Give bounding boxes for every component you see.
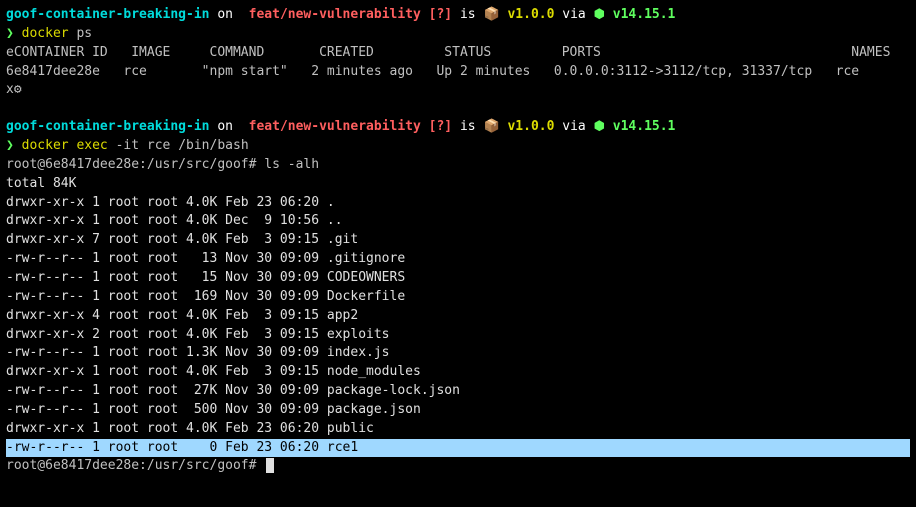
ls-command: ls -alh xyxy=(264,157,319,172)
ls-row: -rw-r--r-- 1 root root 1.3K Nov 30 09:09… xyxy=(6,344,910,363)
is-text: is xyxy=(452,119,483,134)
ls-row: drwxr-xr-x 1 root root 4.0K Feb 3 09:15 … xyxy=(6,363,910,382)
container-prompt-1: root@6e8417dee28e:/usr/src/goof# ls -alh xyxy=(6,156,910,175)
node-icon: ⬢ xyxy=(594,7,613,22)
on-text: on xyxy=(210,119,241,134)
docker-args: ps xyxy=(69,26,92,41)
ls-row: -rw-r--r-- 1 root root 15 Nov 30 09:09 C… xyxy=(6,269,910,288)
node-icon: ⬢ xyxy=(594,119,613,134)
prompt-symbol: ❯ xyxy=(6,138,22,153)
git-status: [?] xyxy=(421,119,452,134)
node-version: v14.15.1 xyxy=(613,119,676,134)
package-icon: 📦 xyxy=(483,119,507,134)
git-status: [?] xyxy=(421,7,452,22)
ls-total: total 84K xyxy=(6,175,910,194)
package-icon: 📦 xyxy=(483,7,507,22)
ls-row: drwxr-xr-x 2 root root 4.0K Feb 3 09:15 … xyxy=(6,326,910,345)
ls-row-highlighted: -rw-r--r-- 1 root root 0 Feb 23 06:20 rc… xyxy=(6,439,910,458)
ps-x: x⚙ xyxy=(6,81,910,100)
package-version: v1.0.0 xyxy=(507,7,554,22)
prompt-symbol: ❯ xyxy=(6,26,22,41)
prompt-context-2: goof-container-breaking-in on feat/new-v… xyxy=(6,118,910,137)
ls-row: drwxr-xr-x 4 root root 4.0K Feb 3 09:15 … xyxy=(6,307,910,326)
command-line-1[interactable]: ❯ docker ps xyxy=(6,25,910,44)
prompt-context-1: goof-container-breaking-in on feat/new-v… xyxy=(6,6,910,25)
ls-row: -rw-r--r-- 1 root root 500 Nov 30 09:09 … xyxy=(6,401,910,420)
via-text: via xyxy=(554,119,593,134)
command-line-2[interactable]: ❯ docker exec -it rce /bin/bash xyxy=(6,137,910,156)
is-text: is xyxy=(452,7,483,22)
ps-row: 6e8417dee28e rce "npm start" 2 minutes a… xyxy=(6,63,910,82)
docker-cmd: docker xyxy=(22,26,69,41)
docker-cmd: docker xyxy=(22,138,69,153)
exec-args: -it rce /bin/bash xyxy=(108,138,249,153)
repo-name: goof-container-breaking-in xyxy=(6,7,210,22)
node-version: v14.15.1 xyxy=(613,7,676,22)
branch-name: feat/new-vulnerability xyxy=(241,7,421,22)
on-text: on xyxy=(210,7,241,22)
ls-row: -rw-r--r-- 1 root root 13 Nov 30 09:09 .… xyxy=(6,250,910,269)
ps-header: eCONTAINER ID IMAGE COMMAND CREATED STAT… xyxy=(6,44,910,63)
via-text: via xyxy=(554,7,593,22)
ls-row: -rw-r--r-- 1 root root 27K Nov 30 09:09 … xyxy=(6,382,910,401)
branch-name: feat/new-vulnerability xyxy=(241,119,421,134)
repo-name: goof-container-breaking-in xyxy=(6,119,210,134)
container-prompt-2[interactable]: root@6e8417dee28e:/usr/src/goof# xyxy=(6,457,910,476)
shell-prompt: root@6e8417dee28e:/usr/src/goof# xyxy=(6,458,264,473)
shell-prompt: root@6e8417dee28e:/usr/src/goof# xyxy=(6,157,264,172)
exec-cmd: exec xyxy=(69,138,108,153)
ls-row: -rw-r--r-- 1 root root 169 Nov 30 09:09 … xyxy=(6,288,910,307)
package-version: v1.0.0 xyxy=(507,119,554,134)
ls-row: drwxr-xr-x 1 root root 4.0K Feb 23 06:20… xyxy=(6,194,910,213)
cursor xyxy=(266,458,274,473)
ls-row: drwxr-xr-x 1 root root 4.0K Dec 9 10:56 … xyxy=(6,212,910,231)
ls-row: drwxr-xr-x 1 root root 4.0K Feb 23 06:20… xyxy=(6,420,910,439)
ls-row: drwxr-xr-x 7 root root 4.0K Feb 3 09:15 … xyxy=(6,231,910,250)
